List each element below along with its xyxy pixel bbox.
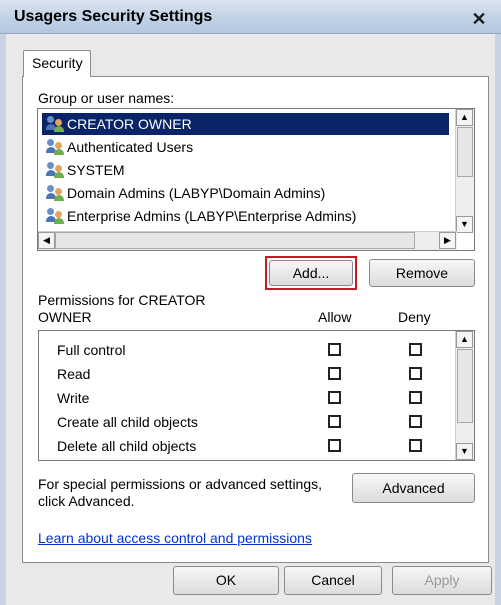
allow-checkbox[interactable] <box>328 367 341 380</box>
scrollbar-thumb[interactable] <box>457 349 473 423</box>
list-item-creator-owner[interactable]: CREATOR OWNER <box>42 113 449 135</box>
user-group-icon <box>46 116 64 132</box>
scroll-down-icon[interactable]: ▼ <box>456 216 473 233</box>
user-group-icon <box>46 185 64 201</box>
group-user-listbox[interactable]: CREATOR OWNER Authenticated Users SYSTEM… <box>37 108 475 251</box>
group-list-label: Group or user names: <box>38 90 175 106</box>
deny-checkbox[interactable] <box>409 415 422 428</box>
deny-checkbox[interactable] <box>409 343 422 356</box>
allow-checkbox[interactable] <box>328 415 341 428</box>
permission-row-read: Read <box>39 363 454 387</box>
group-list-vertical-scrollbar[interactable]: ▲ ▼ <box>455 109 474 233</box>
list-item-label: Enterprise Admins (LABYP\Enterprise Admi… <box>67 208 357 224</box>
window-frame-right <box>495 34 501 605</box>
close-button[interactable]: ✕ <box>470 10 488 28</box>
permission-name: Create all child objects <box>57 414 198 430</box>
list-item-label: Authenticated Users <box>67 139 194 155</box>
permissions-list: Full control Read Write Create all child… <box>38 330 475 461</box>
list-item-system[interactable]: SYSTEM <box>42 159 449 181</box>
deny-column-header: Deny <box>398 309 431 325</box>
permission-name: Delete all child objects <box>57 438 197 454</box>
permission-row-write: Write <box>39 387 454 411</box>
scrollbar-thumb[interactable] <box>457 127 473 177</box>
scroll-down-icon[interactable]: ▼ <box>456 443 473 460</box>
list-item-label: CREATOR OWNER <box>67 116 192 132</box>
scroll-up-icon[interactable]: ▲ <box>456 109 473 126</box>
scrollbar-thumb[interactable] <box>55 232 415 249</box>
permission-name: Full control <box>57 342 126 358</box>
list-item-domain-admins[interactable]: Domain Admins (LABYP\Domain Admins) <box>42 182 449 204</box>
tab-security[interactable]: Security <box>23 50 91 77</box>
group-list-horizontal-scrollbar[interactable]: ◀ ▶ <box>38 231 457 250</box>
window-title: Usagers Security Settings <box>14 8 213 25</box>
permission-name: Write <box>57 390 90 406</box>
advanced-button[interactable]: Advanced <box>352 473 475 503</box>
list-item-enterprise-admins[interactable]: Enterprise Admins (LABYP\Enterprise Admi… <box>42 205 449 227</box>
remove-button[interactable]: Remove <box>369 259 475 287</box>
cancel-button[interactable]: Cancel <box>284 566 382 595</box>
scroll-up-icon[interactable]: ▲ <box>456 331 473 348</box>
advanced-note-line1: For special permissions or advanced sett… <box>38 476 323 492</box>
scroll-left-icon[interactable]: ◀ <box>38 232 55 249</box>
deny-checkbox[interactable] <box>409 367 422 380</box>
deny-checkbox[interactable] <box>409 439 422 452</box>
permissions-label-line2: OWNER <box>38 309 92 325</box>
help-link[interactable]: Learn about access control and permissio… <box>38 530 312 546</box>
allow-checkbox[interactable] <box>328 343 341 356</box>
apply-button[interactable]: Apply <box>392 566 492 595</box>
list-item-authenticated-users[interactable]: Authenticated Users <box>42 136 449 158</box>
permission-row-full-control: Full control <box>39 339 454 363</box>
allow-column-header: Allow <box>318 309 352 325</box>
advanced-note-line2: click Advanced. <box>38 493 135 509</box>
permission-name: Read <box>57 366 91 382</box>
user-group-icon <box>46 162 64 178</box>
user-group-icon <box>46 208 64 224</box>
allow-checkbox[interactable] <box>328 439 341 452</box>
scroll-right-icon[interactable]: ▶ <box>439 232 456 249</box>
ok-button[interactable]: OK <box>173 566 279 595</box>
permission-row-create-child: Create all child objects <box>39 411 454 435</box>
deny-checkbox[interactable] <box>409 391 422 404</box>
permissions-vertical-scrollbar[interactable]: ▲ ▼ <box>455 331 474 460</box>
list-item-label: SYSTEM <box>67 162 125 178</box>
permissions-label-line1: Permissions for CREATOR <box>38 292 206 308</box>
allow-checkbox[interactable] <box>328 391 341 404</box>
permission-row-delete-child: Delete all child objects <box>39 435 454 459</box>
add-button[interactable]: Add... <box>269 260 353 286</box>
user-group-icon <box>46 139 64 155</box>
window-frame-left <box>0 34 6 605</box>
list-item-label: Domain Admins (LABYP\Domain Admins) <box>67 185 326 201</box>
